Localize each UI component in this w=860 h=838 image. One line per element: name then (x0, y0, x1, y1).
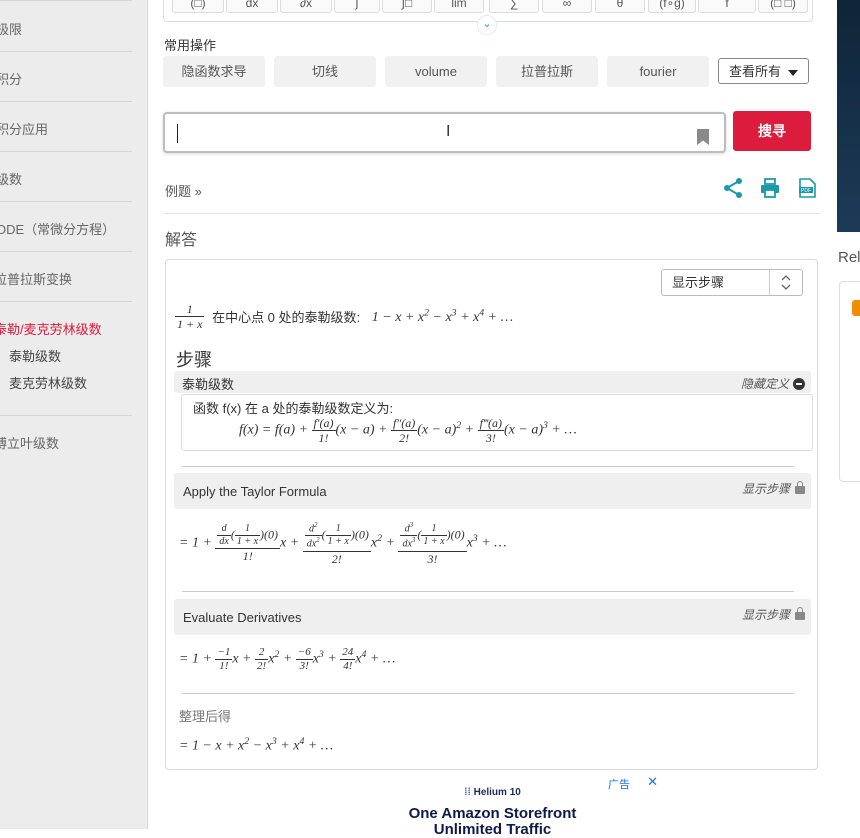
search-box[interactable]: I (163, 112, 726, 153)
ad-brand: ⁞⁞ Helium 10 (325, 787, 660, 798)
simplified-result: = 1 − x + x2 − x3 + x4 + … (179, 736, 334, 754)
keypad-key-theta[interactable]: θ (595, 0, 645, 13)
show-steps-link[interactable]: 显示步骤 (742, 606, 805, 623)
result-series: 1 − x + x2 − x3 + x4 + … (371, 307, 514, 325)
keypad-key-sum[interactable]: ∑ (489, 0, 539, 13)
sidebar-divider (0, 415, 132, 416)
hide-definition-link[interactable]: 隐藏定义 (741, 375, 805, 392)
keypad-key-derivative[interactable]: dx (226, 0, 278, 13)
sidebar-subitem-maclaurin[interactable]: 麦克劳林级数 (9, 373, 87, 392)
chevron-down-icon: ⌄ (482, 18, 492, 30)
taylor-formula-applied: = 1 + d dx(1 1 + x)(0) 1! x + d2 dx2(1 1 + x)(… (179, 521, 507, 566)
show-steps-label: 显示步骤 (741, 608, 790, 622)
bookmark-icon[interactable] (697, 129, 709, 145)
step-apply-taylor-header[interactable]: Apply the Taylor Formula 显示步骤 (174, 473, 811, 509)
show-steps-link[interactable]: 显示步骤 (742, 480, 805, 497)
sidebar-item-laplace[interactable]: 拉普拉斯变换 (0, 269, 126, 288)
keypad-key-function[interactable]: f (698, 0, 756, 13)
share-icon[interactable] (722, 177, 744, 199)
examples-link[interactable]: 例题 » (165, 181, 202, 200)
definition-panel-title: 泰勒级数 (182, 377, 235, 392)
lock-icon (795, 607, 805, 620)
search-button[interactable]: 搜寻 (733, 111, 811, 151)
steps-select-value: 显示步骤 (672, 275, 725, 290)
divider (164, 213, 819, 214)
keypad-key-infinity[interactable]: ∞ (542, 0, 592, 13)
steps-select[interactable]: 显示步骤 (661, 269, 803, 296)
sidebar-subitem-taylor[interactable]: 泰勒级数 (9, 346, 61, 365)
lock-icon (795, 481, 805, 494)
sidebar-item-ode[interactable]: ODE（常微分方程） (0, 219, 128, 238)
divider (182, 466, 794, 467)
op-fourier-button[interactable]: fourier (607, 56, 709, 87)
op-volume-button[interactable]: volume (385, 56, 487, 87)
view-all-label: 查看所有 (729, 64, 782, 79)
steps-title: 步骤 (176, 350, 212, 370)
keypad-collapse-button[interactable]: ⌄ (477, 15, 497, 35)
input-expression: 11 + x (175, 302, 205, 331)
derivatives-evaluated: = 1 + −1 1! x + 2 2! x2 + −6 3! x3 + 24 4! x4 + … (179, 646, 396, 672)
sidebar-divider (0, 0, 132, 1)
op-implicit-derivative-button[interactable]: 隐函数求导 (163, 56, 265, 87)
taylor-definition-formula: f(x) = f(a) + f′(a) 1! (x − a) + f″(a) 2! (x… (239, 416, 577, 445)
caret-down-icon (788, 70, 798, 76)
result-line: 11 + x 在中心点 0 处的泰勒级数: 1 − x + x2 − x3 + … (175, 303, 513, 330)
related-card[interactable] (839, 281, 860, 482)
answer-card: 显示步骤 11 + x 在中心点 0 处的泰勒级数: 1 − x + x2 − … (165, 259, 818, 770)
sidebar-divider (0, 151, 132, 152)
sidebar-item-integral-applications[interactable]: 积分应用 (0, 119, 128, 138)
step-apply-taylor-title: Apply the Taylor Formula (183, 484, 327, 499)
sidebar-item-series[interactable]: 级数 (0, 169, 128, 188)
divider (182, 591, 794, 592)
pdf-icon[interactable]: PDF (796, 177, 818, 199)
advertisement[interactable]: 广告 ✕ ⁞⁞ Helium 10 One Amazon Storefront … (325, 774, 660, 838)
sidebar-divider (0, 301, 132, 302)
sidebar-item-fourier[interactable]: 傅立叶级数 (0, 433, 126, 452)
select-arrows-icon (769, 270, 802, 295)
ad-logo-icon: ⁞⁞ (464, 787, 474, 798)
op-tangent-button[interactable]: 切线 (274, 56, 376, 87)
sidebar-divider (0, 101, 132, 102)
right-rail-banner (837, 0, 860, 232)
ibeam-cursor-icon: I (446, 123, 451, 140)
answer-title: 解答 (165, 232, 198, 249)
keypad-key-limit[interactable]: lim (434, 0, 484, 13)
definition-box: 函数 f(x) 在 a 处的泰勒级数定义为: f(x) = f(a) + f′(… (181, 394, 813, 451)
related-card-icon (852, 300, 860, 316)
view-all-dropdown[interactable]: 查看所有 (718, 58, 809, 84)
ad-subline: Unlimited Traffic (433, 821, 552, 838)
hide-definition-label: 隐藏定义 (740, 377, 789, 391)
keypad-key-definite-integral[interactable]: ∫□ (382, 0, 432, 13)
step-evaluate-derivatives-title: Evaluate Derivatives (183, 610, 302, 625)
keypad-key-parentheses[interactable]: (□) (172, 0, 224, 13)
keypad-key-integral[interactable]: ∫ (334, 0, 380, 13)
sidebar-item-taylor-maclaurin[interactable]: 泰勒/麦克劳林级数 (0, 319, 126, 338)
print-icon[interactable] (759, 177, 781, 199)
sidebar-divider (0, 251, 132, 252)
step-evaluate-derivatives-header[interactable]: Evaluate Derivatives 显示步骤 (174, 599, 811, 635)
common-operations-label: 常用操作 (164, 38, 217, 53)
definition-text: 函数 f(x) 在 a 处的泰勒级数定义为: (193, 401, 394, 416)
sidebar-divider (0, 201, 132, 202)
search-input[interactable] (175, 114, 679, 152)
minus-circle-icon (793, 378, 805, 390)
op-laplace-button[interactable]: 拉普拉斯 (496, 56, 598, 87)
ad-headline: One Amazon Storefront (408, 805, 577, 822)
simplify-label: 整理后得 (179, 709, 232, 724)
divider (182, 693, 794, 694)
show-steps-label: 显示步骤 (741, 482, 790, 496)
keypad-key-partial[interactable]: ∂x (280, 0, 332, 13)
sidebar-item-limits[interactable]: 极限 (0, 19, 128, 38)
svg-text:PDF: PDF (801, 188, 811, 194)
ad-brand-name: Helium 10 (473, 787, 521, 798)
sidebar: 极限 积分 积分应用 级数 ODE（常微分方程） 拉普拉斯变换 泰勒/麦克劳林级… (0, 0, 148, 829)
text-cursor (177, 124, 178, 143)
keypad-key-matrix[interactable]: (□ □) (758, 0, 808, 13)
definition-panel-header: 泰勒级数 隐藏定义 (174, 371, 811, 393)
sidebar-divider (0, 51, 132, 52)
sidebar-item-integrals[interactable]: 积分 (0, 69, 128, 88)
keypad-key-composition[interactable]: (f∘g) (648, 0, 696, 13)
result-description: 在中心点 0 处的泰勒级数: (212, 310, 361, 325)
related-label: Rel (838, 249, 860, 266)
